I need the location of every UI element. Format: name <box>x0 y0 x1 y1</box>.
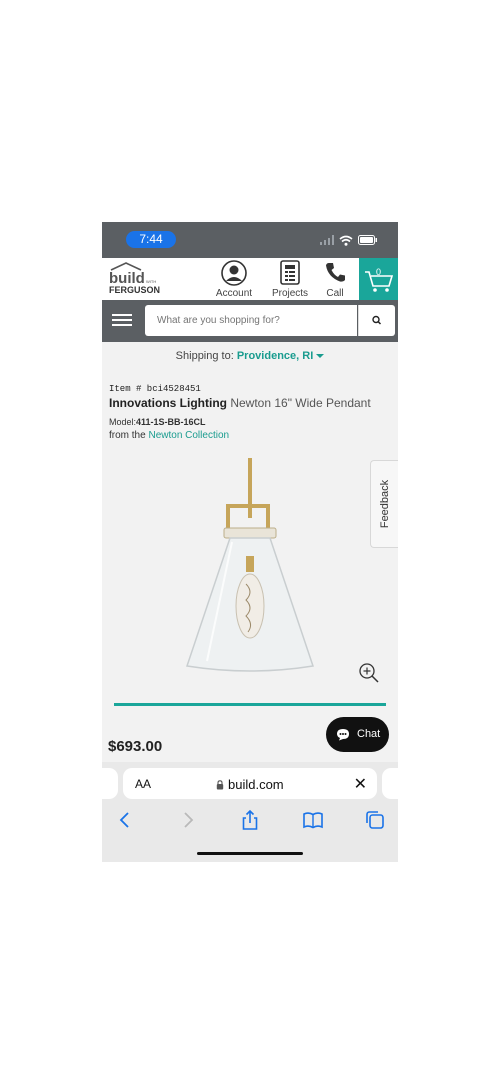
zoom-in-icon <box>359 663 379 683</box>
feedback-tab[interactable]: Feedback <box>370 460 398 548</box>
back-icon[interactable] <box>113 808 137 832</box>
zoom-button[interactable] <box>358 662 380 684</box>
product-title: Innovations Lighting Newton 16" Wide Pen… <box>109 396 371 410</box>
account-label: Account <box>215 288 253 299</box>
status-time: 7:44 <box>126 231 176 248</box>
model-value: 411-1S-BB-16CL <box>136 417 206 427</box>
chevron-down-icon <box>316 354 325 358</box>
wifi-icon <box>339 235 353 246</box>
projects-label: Projects <box>271 288 309 299</box>
browser-bottom-bar: AA build.com ✕ <box>102 762 398 862</box>
phone-icon <box>326 263 345 282</box>
chat-label: Chat <box>357 728 381 740</box>
cart-button[interactable]: 0 <box>359 258 398 300</box>
status-icons <box>320 233 378 247</box>
product-collection: from the Newton Collection <box>109 430 229 441</box>
close-icon[interactable]: ✕ <box>354 774 367 794</box>
account-icon <box>221 260 247 286</box>
home-indicator <box>197 852 303 855</box>
collection-link[interactable]: Newton Collection <box>148 430 229 441</box>
product-image[interactable] <box>172 456 332 676</box>
svg-text:FERGUSON: FERGUSON <box>109 285 160 295</box>
call-label: Call <box>326 288 344 299</box>
collection-prefix: from the <box>109 430 146 441</box>
model-prefix: Model: <box>109 417 137 427</box>
url-text: build.com <box>227 777 284 792</box>
chat-button[interactable]: Chat <box>326 717 389 752</box>
projects-icon <box>280 260 300 285</box>
bookmarks-icon[interactable] <box>301 808 325 832</box>
menu-button[interactable] <box>112 311 132 331</box>
search-button[interactable] <box>358 305 395 336</box>
feedback-label: Feedback <box>379 479 391 529</box>
status-bar: 7:44 <box>102 222 398 258</box>
lock-icon <box>217 780 224 790</box>
phone-screen: 7:44 build WITH FERGUSON Account Project… <box>102 222 398 862</box>
cart-count: 0 <box>376 267 382 277</box>
item-number: Item # bci4528451 <box>109 384 201 394</box>
chat-bubble-icon <box>337 729 349 741</box>
svg-text:WITH: WITH <box>146 279 156 284</box>
browser-toolbar <box>102 808 398 832</box>
search-icon <box>372 315 382 325</box>
battery-icon <box>358 235 377 245</box>
search-bar <box>102 300 398 342</box>
search-input[interactable] <box>145 305 357 336</box>
tabs-icon[interactable] <box>363 808 387 832</box>
product-price: $693.00 <box>108 738 163 755</box>
projects-link[interactable]: Projects <box>266 260 314 300</box>
shipping-location[interactable]: Shipping to: Providence, RI <box>102 350 398 362</box>
product-brand: Innovations Lighting <box>109 396 227 410</box>
product-model: Model:411-1S-BB-16CL <box>109 417 206 427</box>
shipping-location-value[interactable]: Providence, RI <box>237 350 313 362</box>
forward-icon[interactable] <box>176 808 200 832</box>
previous-tab-peek[interactable] <box>102 768 118 799</box>
account-link[interactable]: Account <box>210 260 258 300</box>
url-display: build.com <box>123 777 377 792</box>
next-tab-peek[interactable] <box>382 768 398 799</box>
site-header: build WITH FERGUSON Account Projects Cal… <box>102 258 398 300</box>
shipping-prefix: Shipping to: <box>175 350 234 362</box>
call-link[interactable]: Call <box>320 260 350 300</box>
signal-icon <box>320 235 334 245</box>
address-bar[interactable]: AA build.com ✕ <box>123 768 377 799</box>
product-name: Newton 16" Wide Pendant <box>230 396 371 410</box>
share-icon[interactable] <box>238 808 262 832</box>
image-gallery-progress <box>114 703 386 706</box>
cart-icon <box>365 271 394 292</box>
build-ferguson-logo[interactable]: build WITH FERGUSON <box>108 262 178 296</box>
